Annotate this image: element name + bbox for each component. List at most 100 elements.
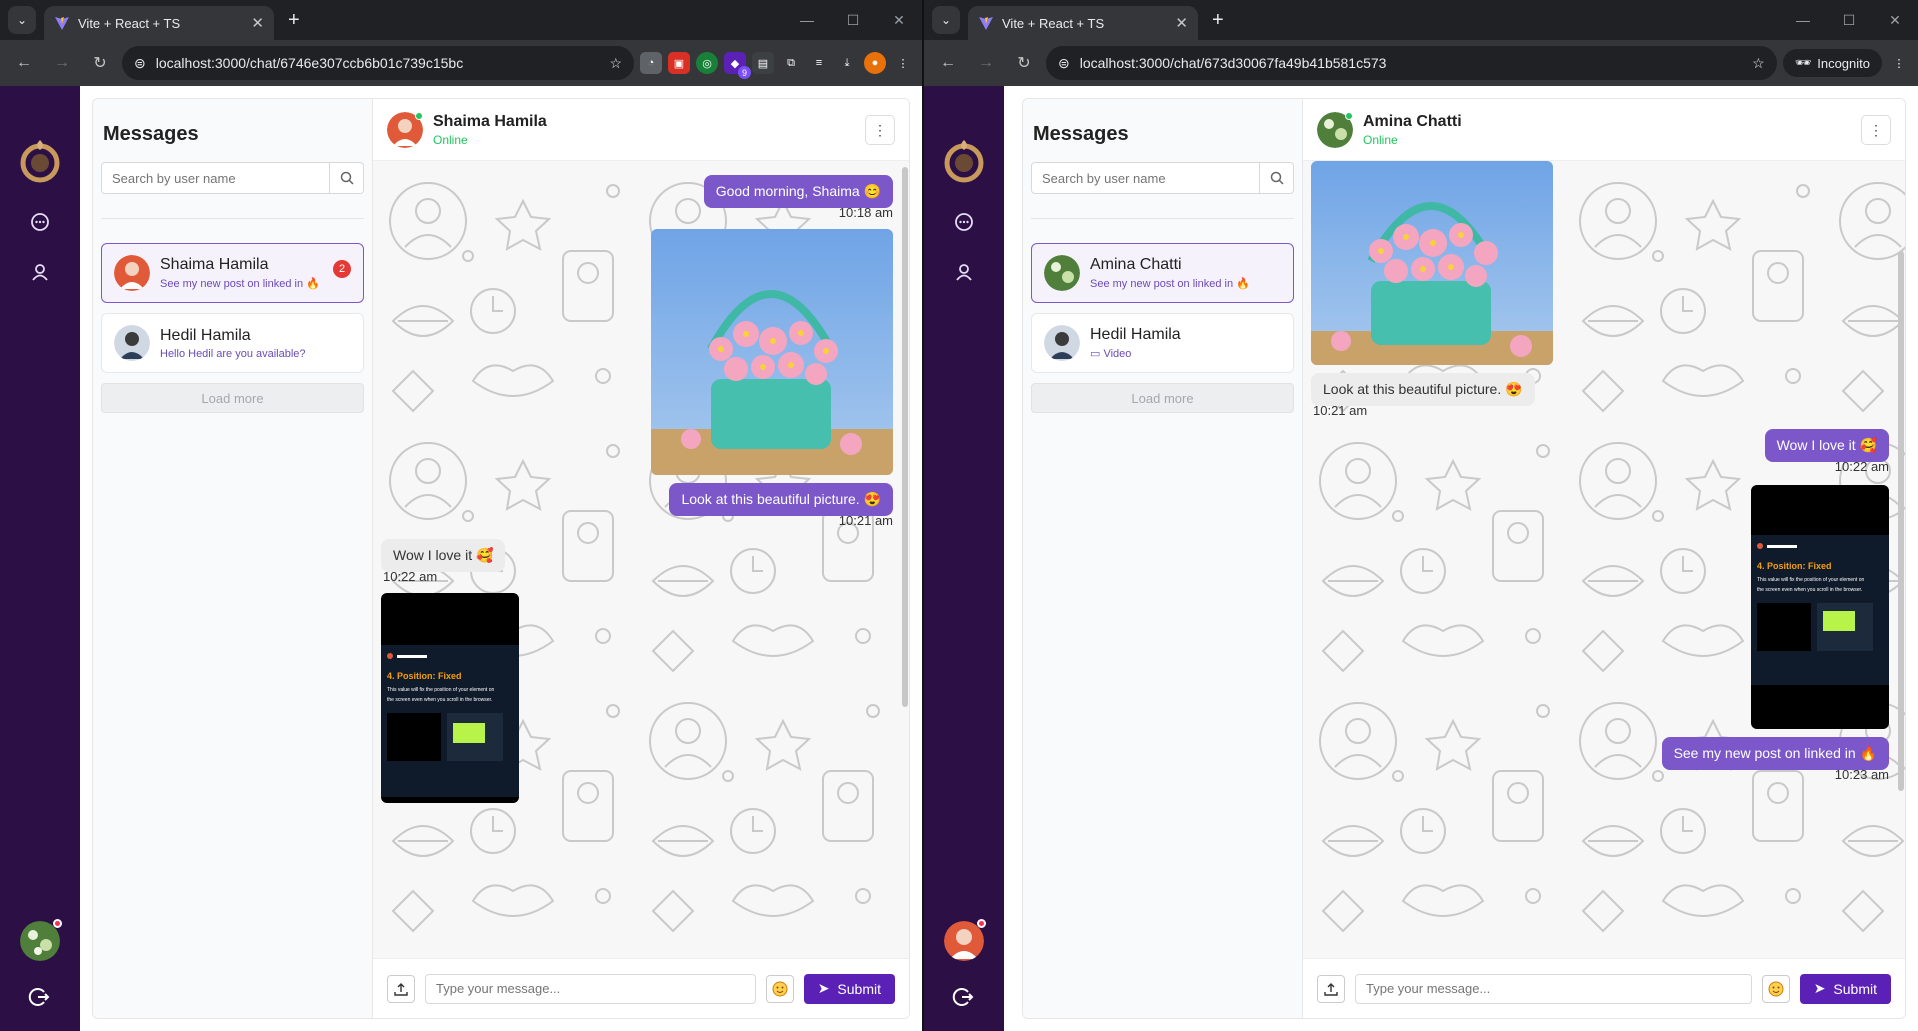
new-tab-icon[interactable]: + — [1212, 9, 1224, 32]
upload-icon[interactable] — [1317, 974, 1345, 1003]
close-window-icon[interactable]: ✕ — [1872, 0, 1918, 40]
extension-icon[interactable]: ◆ 9 — [724, 52, 751, 79]
download-icon[interactable]: ⤓ — [836, 52, 858, 74]
conversation-item[interactable]: Hedil Hamila Hello Hedil are you availab… — [101, 313, 364, 373]
tab-title: Vite + React + TS — [1002, 15, 1105, 31]
reload-icon[interactable]: ↻ — [84, 47, 116, 79]
user-icon[interactable] — [952, 260, 976, 284]
contact-name: Shaima Hamila — [433, 112, 547, 130]
address-bar[interactable]: ⊜ localhost:3000/chat/673d30067fa49b41b5… — [1046, 46, 1777, 80]
composer: ➤ Submit — [1303, 958, 1905, 1018]
extension-icon[interactable]: ▣ — [668, 52, 690, 74]
back-icon[interactable]: ← — [8, 47, 40, 79]
image-message[interactable] — [651, 229, 893, 475]
load-more-button[interactable]: Load more — [1031, 383, 1294, 413]
site-info-icon[interactable]: ⊜ — [1058, 55, 1070, 72]
user-icon[interactable] — [28, 260, 52, 284]
menu-kebab-icon[interactable]: ⋮ — [892, 52, 914, 74]
message-sent: Look at this beautiful picture. 😍 — [669, 483, 893, 516]
video-caption: the screen even when you scroll in the b… — [1757, 587, 1863, 593]
conversation-preview: ▭ Video — [1090, 347, 1281, 360]
message-received: Wow I love it 🥰 — [381, 539, 506, 572]
extension-icon[interactable]: ◎ — [696, 52, 718, 74]
conversation-item[interactable]: Amina Chatti See my new post on linked i… — [1031, 243, 1294, 303]
message-time: 10:21 am — [838, 513, 893, 528]
search-input[interactable] — [1032, 163, 1259, 193]
browser-tab[interactable]: Vite + React + TS ✕ — [44, 6, 274, 40]
incognito-indicator[interactable]: 🕶 Incognito — [1782, 49, 1882, 77]
maximize-icon[interactable]: ☐ — [830, 0, 876, 40]
close-tab-icon[interactable]: ✕ — [1175, 14, 1188, 32]
browser-tab[interactable]: Vite + React + TS ✕ — [968, 6, 1198, 40]
submit-label: Submit — [837, 980, 881, 997]
chat-bubble-icon[interactable] — [28, 210, 52, 234]
app-page: Messages Shaima Hamila See my new post o… — [0, 86, 922, 1031]
message-feed[interactable]: Good morning, Shaima 😊 10:18 am Look at … — [373, 161, 909, 958]
scrollbar[interactable] — [902, 161, 908, 958]
message-time: 10:18 am — [838, 205, 893, 220]
chat-container: Messages Shaima Hamila See my new post o… — [92, 98, 910, 1019]
logout-icon[interactable] — [952, 985, 976, 1009]
upload-icon[interactable] — [387, 974, 415, 1003]
new-tab-icon[interactable]: + — [288, 9, 300, 32]
forward-icon[interactable]: → — [970, 47, 1002, 79]
video-message[interactable]: 4. Position: Fixed This value will fix t… — [381, 593, 519, 803]
media-controls-icon[interactable]: ≡ — [808, 52, 830, 74]
extensions-puzzle-icon[interactable]: ⧉ — [780, 52, 802, 74]
tab-search-icon[interactable]: ⌄ — [932, 6, 960, 34]
message-input[interactable] — [425, 973, 756, 1004]
tab-search-icon[interactable]: ⌄ — [8, 6, 36, 34]
browser-window-right: ⌄ Vite + React + TS ✕ + — ☐ ✕ ← → ↻ ⊜ lo… — [924, 0, 1918, 1031]
extension-icon[interactable]: ▤ — [752, 52, 774, 74]
video-heading: 4. Position: Fixed — [387, 671, 462, 681]
contact-status: Online — [433, 132, 468, 147]
chat-bubble-icon[interactable] — [952, 210, 976, 234]
browser-toolbar: ← → ↻ ⊜ localhost:3000/chat/6746e307ccb6… — [0, 40, 922, 86]
image-message[interactable] — [1311, 161, 1553, 365]
current-user-avatar[interactable] — [944, 919, 986, 961]
conversation-name: Hedil Hamila — [1090, 326, 1181, 343]
message-feed[interactable]: Look at this beautiful picture. 😍 10:21 … — [1303, 161, 1905, 958]
url-text: localhost:3000/chat/673d30067fa49b41b581… — [1079, 55, 1387, 71]
load-more-button[interactable]: Load more — [101, 383, 364, 413]
back-icon[interactable]: ← — [932, 47, 964, 79]
search-input[interactable] — [102, 163, 329, 193]
logout-icon[interactable] — [28, 985, 52, 1009]
scrollbar[interactable] — [1898, 161, 1904, 958]
avatar — [1044, 255, 1080, 291]
video-heading: 4. Position: Fixed — [1757, 561, 1832, 571]
message-time: 10:22 am — [1834, 459, 1889, 474]
emoji-icon[interactable] — [1761, 974, 1790, 1003]
submit-button[interactable]: ➤ Submit — [1799, 973, 1891, 1004]
close-tab-icon[interactable]: ✕ — [251, 14, 264, 32]
profile-avatar[interactable]: ● — [864, 52, 886, 74]
sidebar-title: Messages — [103, 123, 199, 145]
preview-text: Video — [1103, 348, 1132, 360]
emoji-icon[interactable] — [765, 974, 794, 1003]
reload-icon[interactable]: ↻ — [1008, 47, 1040, 79]
message-input[interactable] — [1355, 973, 1752, 1004]
search-icon[interactable] — [1259, 163, 1293, 193]
divider — [1031, 218, 1294, 219]
address-bar[interactable]: ⊜ localhost:3000/chat/6746e307ccb6b01c73… — [122, 46, 634, 80]
site-info-icon[interactable]: ⊜ — [134, 55, 146, 72]
maximize-icon[interactable]: ☐ — [1826, 0, 1872, 40]
current-user-avatar[interactable] — [20, 919, 62, 961]
more-options-icon[interactable]: ⋮ — [865, 115, 895, 145]
conversation-item[interactable]: Shaima Hamila See my new post on linked … — [101, 243, 364, 303]
submit-button[interactable]: ➤ Submit — [803, 973, 895, 1004]
bookmark-star-icon[interactable]: ☆ — [609, 55, 622, 72]
notification-dot — [977, 919, 986, 928]
bookmark-star-icon[interactable]: ☆ — [1752, 55, 1765, 72]
more-options-icon[interactable]: ⋮ — [1861, 115, 1891, 145]
extension-icon[interactable]: ◔ — [640, 52, 662, 74]
menu-kebab-icon[interactable]: ⋮ — [1888, 52, 1910, 74]
minimize-icon[interactable]: — — [784, 0, 830, 40]
forward-icon[interactable]: → — [46, 47, 78, 79]
minimize-icon[interactable]: — — [1780, 0, 1826, 40]
video-message[interactable]: 4. Position: Fixed This value will fix t… — [1751, 485, 1889, 729]
submit-label: Submit — [1833, 980, 1877, 997]
search-icon[interactable] — [329, 163, 363, 193]
close-window-icon[interactable]: ✕ — [876, 0, 922, 40]
conversation-item[interactable]: Hedil Hamila ▭ Video — [1031, 313, 1294, 373]
